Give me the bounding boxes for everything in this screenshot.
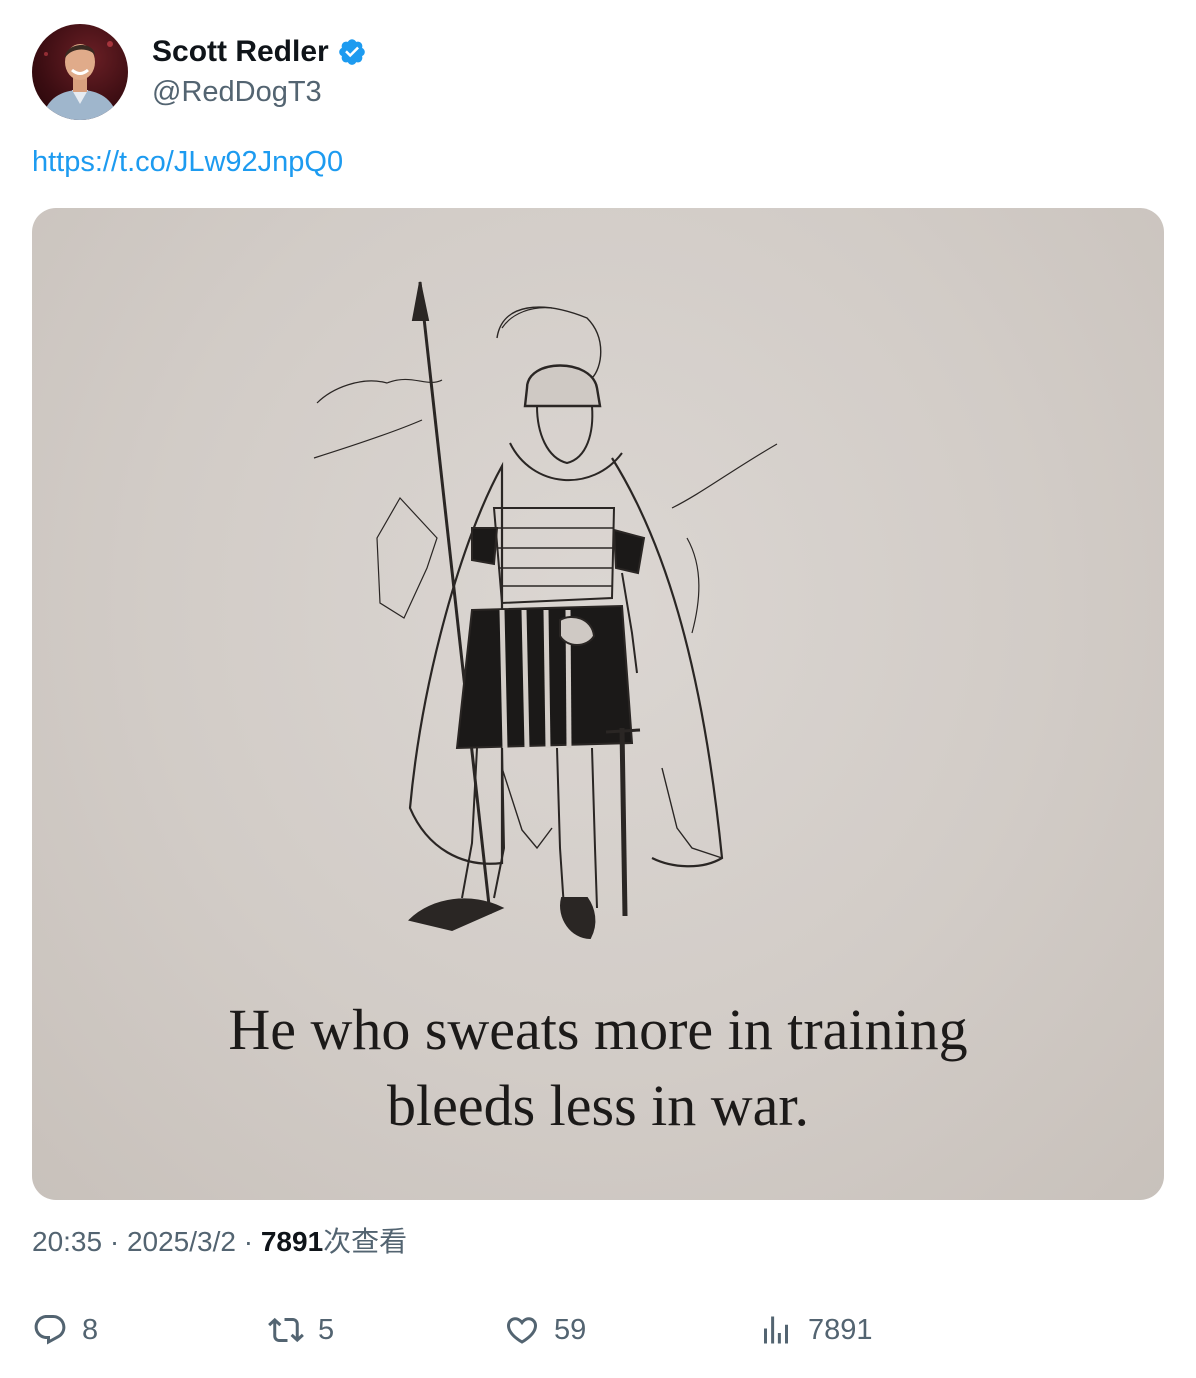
views-icon	[764, 1316, 788, 1344]
image-caption-line2: bleeds less in war.	[386, 1073, 810, 1138]
action-bar: 8 5 59 7891	[32, 1306, 1164, 1354]
author-handle[interactable]: @RedDogT3	[152, 74, 367, 110]
like-count: 59	[554, 1313, 587, 1346]
tweet-meta: 20:35 · 2025/3/2 · 7891次查看	[32, 1222, 407, 1262]
image-caption-line1: He who sweats more in training	[228, 997, 968, 1062]
tweet-date[interactable]: 2025/3/2	[127, 1226, 236, 1257]
author-names: Scott Redler @RedDogT3	[152, 34, 367, 110]
retweet-icon	[268, 1317, 304, 1343]
avatar[interactable]	[32, 24, 128, 120]
meta-separator: ·	[102, 1226, 127, 1257]
tweet-header: Scott Redler @RedDogT3	[32, 24, 367, 120]
views-count: 7891	[260, 1226, 324, 1257]
reply-button[interactable]: 8	[32, 1306, 98, 1354]
views-button[interactable]: 7891	[758, 1306, 873, 1354]
tweet-time[interactable]: 20:35	[32, 1226, 102, 1257]
like-icon	[506, 1317, 538, 1344]
author-display-name[interactable]: Scott Redler	[152, 34, 329, 70]
meta-separator: ·	[235, 1226, 261, 1257]
reply-count: 8	[82, 1313, 99, 1346]
tweet-image[interactable]: He who sweats more in training bleeds le…	[32, 208, 1164, 1200]
retweet-button[interactable]: 5	[268, 1306, 334, 1354]
avatar-portrait	[42, 41, 118, 120]
retweet-count: 5	[318, 1313, 335, 1346]
views-label: 次查看	[323, 1226, 408, 1257]
name-row: Scott Redler	[152, 34, 367, 70]
tweet-link[interactable]: https://t.co/JLw92JnpQ0	[32, 144, 343, 180]
reply-icon	[34, 1315, 66, 1345]
views-action-count: 7891	[808, 1313, 873, 1346]
verified-badge-icon[interactable]	[337, 37, 367, 67]
like-button[interactable]: 59	[504, 1306, 586, 1354]
